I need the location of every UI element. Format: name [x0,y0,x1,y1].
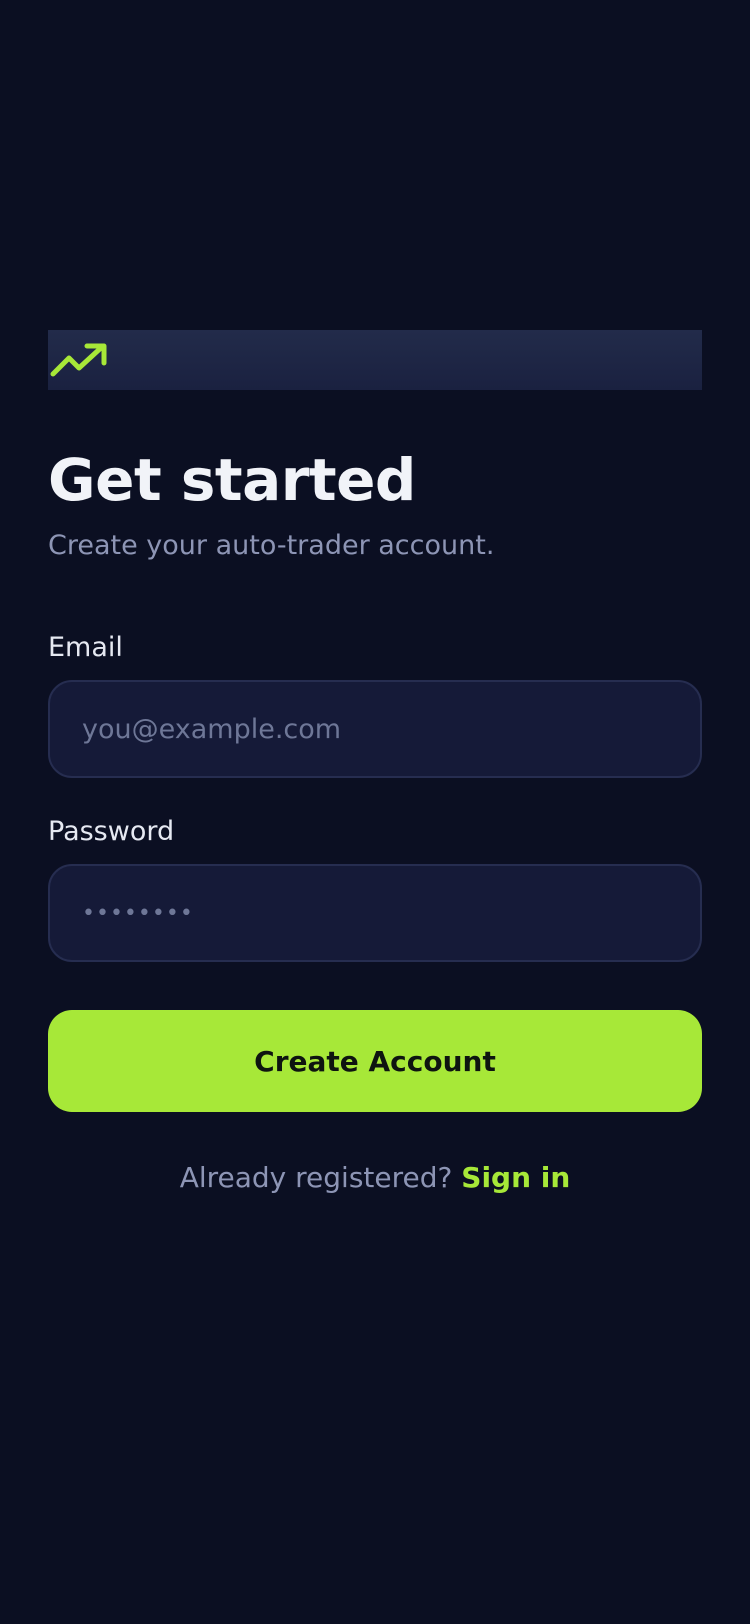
email-field[interactable] [48,680,702,778]
signin-prompt: Already registered? Sign in [48,1160,702,1196]
trending-up-icon [50,343,108,377]
password-field[interactable] [48,864,702,962]
signup-content: Get started Create your auto-trader acco… [48,330,702,1196]
email-label: Email [48,632,123,663]
signin-prompt-text: Already registered? [179,1161,453,1194]
password-label: Password [48,816,175,847]
brand-header [48,330,702,390]
sign-in-link[interactable]: Sign in [461,1161,570,1194]
page-subtitle: Create your auto-trader account. [48,530,495,561]
page-title: Get started [48,446,416,514]
signup-screen: Get started Create your auto-trader acco… [0,0,750,1624]
create-account-button[interactable]: Create Account [48,1010,702,1112]
